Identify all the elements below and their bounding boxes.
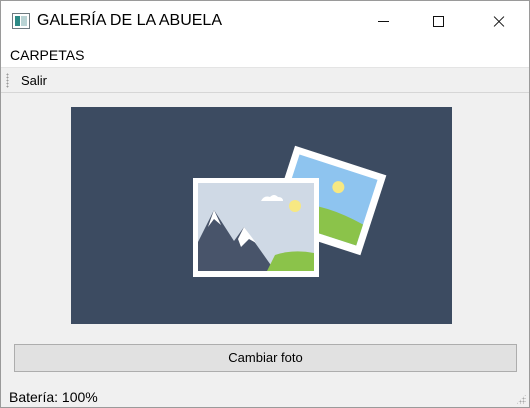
- close-button[interactable]: [476, 1, 522, 42]
- toolbar: Salir: [1, 67, 529, 93]
- menu-bar: CARPETAS: [1, 42, 529, 67]
- maximize-icon: [433, 16, 444, 27]
- menu-item-carpetas[interactable]: CARPETAS: [10, 47, 84, 63]
- window-title: GALERÍA DE LA ABUELA: [37, 12, 222, 29]
- title-bar[interactable]: GALERÍA DE LA ABUELA: [1, 1, 529, 42]
- exit-button[interactable]: Salir: [21, 73, 47, 88]
- minimize-button[interactable]: [361, 1, 407, 42]
- photo-display: [71, 107, 452, 324]
- maximize-button[interactable]: [416, 1, 462, 42]
- change-photo-button[interactable]: Cambiar foto: [14, 344, 517, 372]
- resize-grip-handle[interactable]: [516, 394, 526, 404]
- minimize-icon: [378, 21, 389, 22]
- toolbar-grip-handle[interactable]: [6, 73, 9, 88]
- battery-status: Batería: 100%: [9, 389, 98, 405]
- app-icon: [12, 13, 30, 29]
- picture-placeholder-icon: [71, 107, 452, 324]
- app-window: GALERÍA DE LA ABUELA CARPETAS Salir Camb…: [0, 0, 530, 408]
